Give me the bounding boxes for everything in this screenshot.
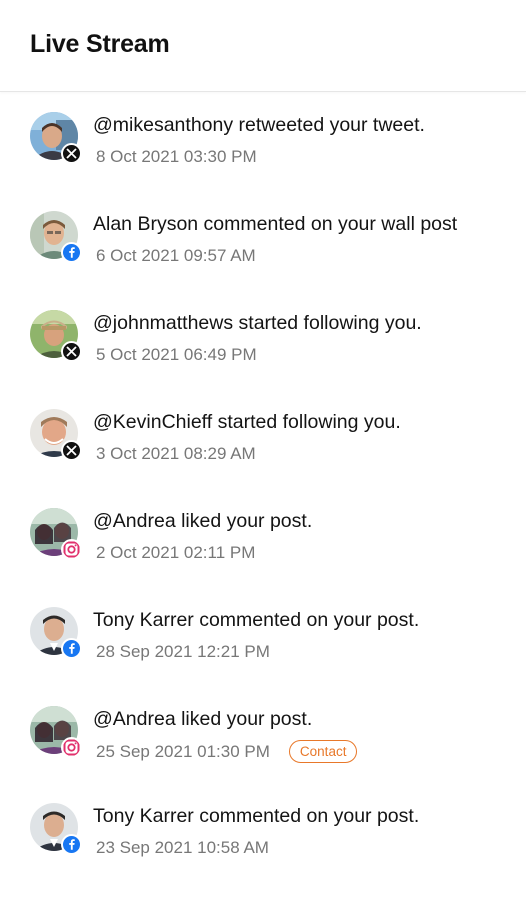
stream-item[interactable]: @mikesanthony retweeted your tweet. 8 Oc… <box>0 112 526 192</box>
x-icon <box>61 341 82 362</box>
instagram-icon <box>61 539 82 560</box>
timestamp: 28 Sep 2021 12:21 PM <box>96 642 270 661</box>
timestamp: 25 Sep 2021 01:30 PM <box>96 741 270 761</box>
x-icon <box>61 143 82 164</box>
stream-item[interactable]: Alan Bryson commented on your wall post … <box>0 211 526 291</box>
stream-item[interactable]: @johnmatthews started following you. 5 O… <box>0 310 526 390</box>
stream-item[interactable]: @Andrea liked your post. 25 Sep 2021 01:… <box>0 706 526 786</box>
timestamp: 5 Oct 2021 06:49 PM <box>96 345 257 364</box>
facebook-icon <box>61 834 82 855</box>
avatar[interactable] <box>30 803 82 855</box>
timestamp: 23 Sep 2021 10:58 AM <box>96 838 269 857</box>
stream-item[interactable]: @KevinChieff started following you. 3 Oc… <box>0 409 526 489</box>
facebook-icon <box>61 242 82 263</box>
instagram-icon <box>61 737 82 758</box>
avatar[interactable] <box>30 706 82 758</box>
timestamp: 3 Oct 2021 08:29 AM <box>96 444 256 463</box>
stream-item[interactable]: @Andrea liked your post. 2 Oct 2021 02:1… <box>0 508 526 588</box>
stream-message: Tony Karrer commented on your post. <box>93 609 420 631</box>
avatar[interactable] <box>30 508 82 560</box>
contact-button[interactable]: Contact <box>288 740 358 763</box>
facebook-icon <box>61 638 82 659</box>
stream-item[interactable]: Tony Karrer commented on your post. 28 S… <box>0 607 526 687</box>
avatar[interactable] <box>30 607 82 659</box>
avatar[interactable] <box>30 310 82 362</box>
stream-message: @KevinChieff started following you. <box>93 411 401 433</box>
timestamp: 6 Oct 2021 09:57 AM <box>96 246 256 265</box>
stream-message: Alan Bryson commented on your wall post <box>93 213 458 235</box>
header: Live Stream <box>0 0 526 92</box>
page-title: Live Stream <box>30 30 170 58</box>
stream-message: @Andrea liked your post. <box>93 708 313 730</box>
x-icon <box>61 440 82 461</box>
avatar[interactable] <box>30 409 82 461</box>
stream-item[interactable]: Tony Karrer commented on your post. 23 S… <box>0 803 526 883</box>
avatar[interactable] <box>30 211 82 263</box>
stream-message: Tony Karrer commented on your post. <box>93 805 420 827</box>
stream-message: @johnmatthews started following you. <box>93 312 422 334</box>
avatar[interactable] <box>30 112 82 164</box>
stream-message: @mikesanthony retweeted your tweet. <box>93 114 425 136</box>
stream-message: @Andrea liked your post. <box>93 510 313 532</box>
timestamp: 2 Oct 2021 02:11 PM <box>96 543 256 562</box>
timestamp: 8 Oct 2021 03:30 PM <box>96 147 257 166</box>
